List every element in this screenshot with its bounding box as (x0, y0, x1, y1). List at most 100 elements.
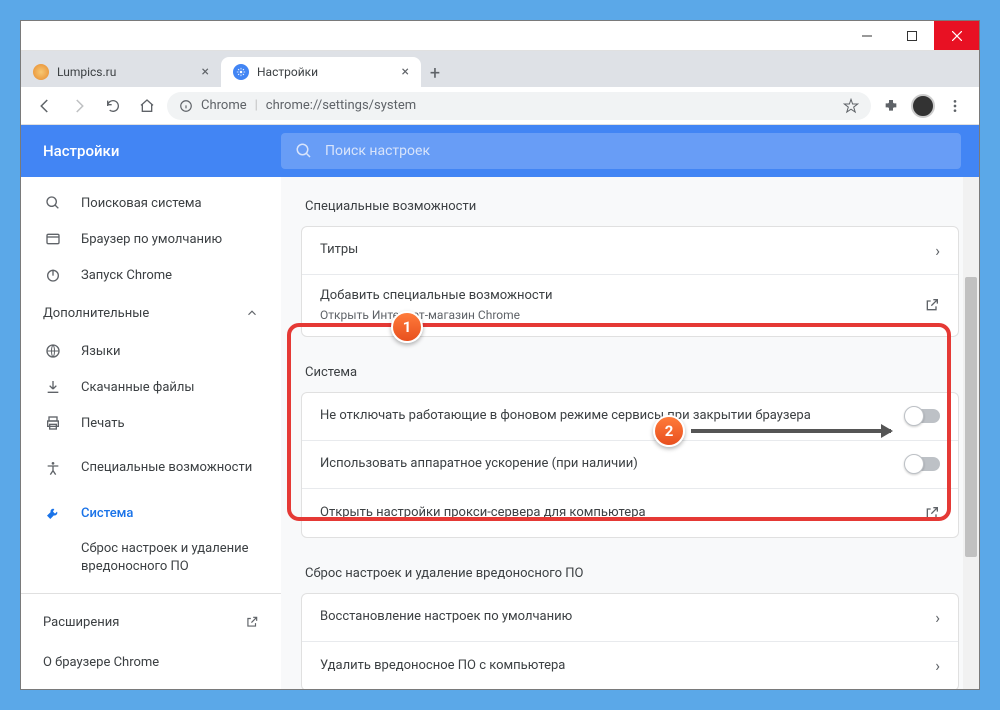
chevron-right-icon: › (935, 241, 940, 260)
url-text: chrome://settings/system (266, 98, 416, 113)
tab-strip: Lumpics.ru × Настройки × + (21, 51, 979, 87)
row-add-accessibility[interactable]: Добавить специальные возможности Открыть… (302, 275, 958, 336)
wrench-icon (43, 505, 63, 521)
row-label: Добавить специальные возможности (320, 287, 912, 305)
sidebar-item-label: Языки (81, 344, 121, 359)
scrollbar[interactable] (963, 177, 979, 689)
accessibility-card: Титры › Добавить специальные возможности… (301, 226, 959, 337)
scheme-label: Chrome (201, 98, 247, 113)
sidebar-item-label: Сброс настроек и удаление вредоносного П… (81, 540, 271, 576)
home-button[interactable] (133, 92, 161, 120)
tab-title: Lumpics.ru (57, 65, 194, 79)
sidebar-item-label: Система (81, 506, 133, 521)
tab-close-icon[interactable]: × (202, 64, 209, 80)
reload-button[interactable] (99, 92, 127, 120)
sidebar-item-label: Печать (81, 416, 125, 431)
external-link-icon (245, 615, 259, 629)
sidebar-item-search-engine[interactable]: Поисковая система (21, 185, 281, 221)
search-icon (43, 195, 63, 211)
row-hardware-acceleration[interactable]: Использовать аппаратное ускорение (при н… (302, 441, 958, 489)
back-button[interactable] (31, 92, 59, 120)
sidebar-item-label: Запуск Chrome (81, 268, 172, 283)
external-link-icon (924, 505, 940, 521)
accessibility-icon (43, 460, 63, 476)
favicon-icon (233, 64, 249, 80)
power-icon (43, 267, 63, 283)
tab-close-icon[interactable]: × (402, 64, 409, 80)
chevron-right-icon: › (935, 656, 940, 675)
sidebar-item-label: Скачанные файлы (81, 380, 195, 395)
external-link-icon (924, 297, 940, 313)
row-label: Удалить вредоносное ПО с компьютера (320, 657, 923, 675)
sidebar-item-about[interactable]: О браузере Chrome (21, 642, 281, 682)
tab-settings[interactable]: Настройки × (221, 57, 421, 87)
sidebar-item-label: Поисковая система (81, 196, 202, 211)
forward-button[interactable] (65, 92, 93, 120)
row-proxy-settings[interactable]: Открыть настройки прокси-сервера для ком… (302, 489, 958, 537)
profile-avatar[interactable] (911, 94, 935, 118)
toggle-switch[interactable] (906, 409, 940, 423)
sidebar-item-label: Специальные возможности (81, 459, 252, 477)
row-label: Восстановление настроек по умолчанию (320, 608, 923, 626)
window-titlebar (21, 21, 979, 51)
sidebar-item-languages[interactable]: Языки (21, 333, 281, 369)
row-label: Не отключать работающие в фоновом режиме… (320, 407, 894, 425)
settings-body: Поисковая система Браузер по умолчанию З… (21, 177, 979, 689)
site-info-icon (179, 99, 193, 113)
row-restore-defaults[interactable]: Восстановление настроек по умолчанию › (302, 594, 958, 642)
row-background-apps[interactable]: Не отключать работающие в фоновом режиме… (302, 393, 958, 441)
tab-lumpics[interactable]: Lumpics.ru × (21, 57, 221, 87)
row-cleanup[interactable]: Удалить вредоносное ПО с компьютера › (302, 642, 958, 689)
row-label: Использовать аппаратное ускорение (при н… (320, 455, 894, 473)
window-minimize-button[interactable] (844, 21, 889, 50)
sidebar-item-default-browser[interactable]: Браузер по умолчанию (21, 221, 281, 257)
sidebar-item-printing[interactable]: Печать (21, 405, 281, 441)
sidebar-item-extensions[interactable]: Расширения (21, 602, 281, 642)
sidebar-item-downloads[interactable]: Скачанные файлы (21, 369, 281, 405)
toolbar: Chrome | chrome://settings/system (21, 87, 979, 125)
favicon-icon (33, 64, 49, 80)
settings-search[interactable]: Поиск настроек (281, 133, 961, 169)
row-sublabel: Открыть Интернет-магазин Chrome (320, 307, 912, 324)
section-title-system: Система (301, 353, 959, 392)
system-card: Не отключать работающие в фоновом режиме… (301, 392, 959, 538)
sidebar-section-label: Дополнительные (43, 306, 149, 321)
settings-sidebar: Поисковая система Браузер по умолчанию З… (21, 177, 281, 689)
scrollbar-thumb[interactable] (965, 277, 977, 557)
chevron-right-icon: › (935, 608, 940, 627)
reset-card: Восстановление настроек по умолчанию › У… (301, 593, 959, 689)
toggle-switch[interactable] (906, 457, 940, 471)
chevron-up-icon (245, 306, 259, 320)
download-icon (43, 379, 63, 395)
new-tab-button[interactable]: + (421, 59, 449, 87)
bookmark-icon[interactable] (843, 98, 859, 114)
address-bar[interactable]: Chrome | chrome://settings/system (167, 92, 871, 120)
globe-icon (43, 343, 63, 359)
settings-header: Настройки Поиск настроек (21, 125, 979, 177)
window-maximize-button[interactable] (889, 21, 934, 50)
extensions-button[interactable] (877, 92, 905, 120)
sidebar-item-label: Расширения (43, 615, 119, 630)
sidebar-item-reset[interactable]: Сброс настроек и удаление вредоносного П… (21, 531, 281, 585)
divider (21, 593, 281, 594)
browser-window: Lumpics.ru × Настройки × + Chrome | chro… (20, 20, 980, 690)
tab-title: Настройки (257, 65, 394, 79)
window-close-button[interactable] (934, 21, 979, 50)
sidebar-item-system[interactable]: Система (21, 495, 281, 531)
print-icon (43, 415, 63, 431)
section-title-reset: Сброс настроек и удаление вредоносного П… (301, 554, 959, 593)
sidebar-item-label: О браузере Chrome (43, 655, 159, 670)
sidebar-item-on-startup[interactable]: Запуск Chrome (21, 257, 281, 293)
section-title-accessibility: Специальные возможности (301, 187, 959, 226)
search-icon (295, 142, 313, 160)
sidebar-item-accessibility[interactable]: Специальные возможности (21, 441, 281, 495)
row-label: Открыть настройки прокси-сервера для ком… (320, 504, 912, 522)
menu-button[interactable] (941, 92, 969, 120)
settings-title: Настройки (43, 142, 281, 160)
search-placeholder: Поиск настроек (325, 143, 430, 159)
row-captions[interactable]: Титры › (302, 227, 958, 275)
sidebar-advanced-toggle[interactable]: Дополнительные (21, 293, 281, 333)
row-label: Титры (320, 241, 923, 259)
sidebar-item-label: Браузер по умолчанию (81, 232, 222, 247)
browser-icon (43, 231, 63, 247)
